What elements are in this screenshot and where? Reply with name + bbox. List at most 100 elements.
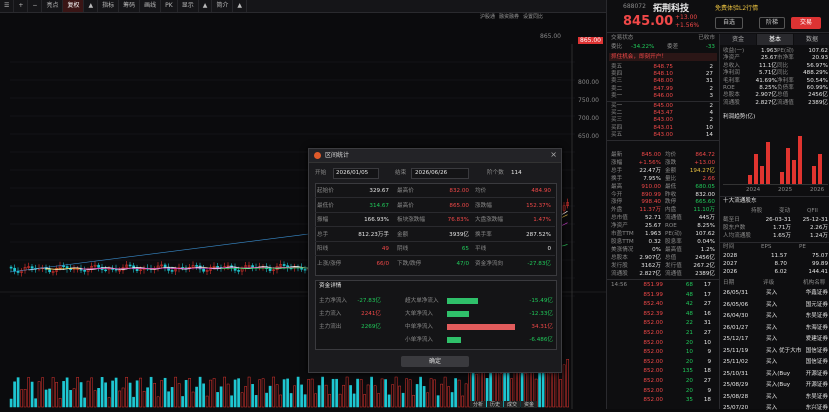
trade-button[interactable]: 交易 [791, 17, 821, 29]
start-label: 开始 [315, 170, 327, 176]
ask-volume: 2 [709, 85, 713, 92]
fund-row-value-2: 50.54% [806, 77, 828, 84]
subtoolbar-item[interactable]: 融资融券 [499, 13, 519, 22]
section-divider [720, 242, 829, 243]
broker-rating: 买入(Buy [766, 382, 791, 388]
fund-flow-value: -6.486亿 [529, 337, 553, 343]
volume-bar [135, 380, 139, 408]
volume-bar [251, 384, 254, 408]
subtoolbar-item[interactable]: 沪股通 [480, 13, 495, 22]
broker-date: 26/05/06 [723, 301, 749, 308]
step-button[interactable]: 阶梯 [759, 17, 785, 29]
volume-bar [16, 377, 20, 408]
tick-volume: 135 [682, 368, 693, 375]
toolbar-item[interactable]: 指标 [98, 0, 120, 12]
tick-volume: 21 [685, 330, 693, 336]
tick-count: 16 [703, 310, 711, 317]
toolbar-item[interactable]: ☰ [0, 0, 15, 12]
fund-panel [315, 280, 557, 350]
toolbar-item[interactable]: 显示 [178, 0, 199, 12]
fund-flow-bar [447, 298, 478, 304]
tick-count: 10 [703, 339, 711, 346]
bid-level-label: 买一 [611, 103, 623, 109]
quote-label: 涨幅 [611, 159, 623, 166]
fund-flow-bar [447, 311, 469, 317]
fund-row-label-2: 市净率 [777, 55, 794, 62]
ok-button[interactable]: 确定 [401, 356, 469, 367]
toolbar-item[interactable]: − [28, 0, 43, 12]
tab-0[interactable]: 资金 [720, 34, 756, 45]
candle-body [163, 264, 167, 268]
fund-row-label-2: 流通值 [777, 99, 794, 106]
pe-value: 99.89 [811, 261, 828, 267]
stat-label: 最高价 [397, 188, 414, 194]
fund-row-value: 25.67 [760, 55, 777, 62]
broker-name: 东吴证券 [805, 393, 828, 400]
toolbar-item[interactable]: 亮点 [42, 0, 64, 12]
profit-bar [792, 160, 796, 184]
toolbar-item[interactable]: 筹码 [119, 0, 141, 12]
stat-value: 0 [547, 246, 551, 252]
tab-fund[interactable]: 资金 [521, 401, 538, 408]
tab-2[interactable]: 数据 [794, 34, 829, 45]
close-icon[interactable]: × [550, 150, 557, 159]
tick-price: 852.00 [643, 397, 663, 404]
tick-count: 27 [703, 330, 711, 336]
quote-label: 净资产 [611, 223, 628, 230]
watchlist-button[interactable]: 自选 [715, 17, 743, 29]
profit-bar [748, 175, 752, 184]
holder-value-2: 1.24万 [809, 233, 828, 239]
eps-value: 11.57 [770, 253, 787, 259]
book-divider [607, 101, 719, 102]
toolbar-item[interactable]: 画线 [140, 0, 162, 12]
quote-value: +1.56% [638, 159, 661, 166]
broker-name: 开源证券 [805, 382, 828, 388]
days-label: 阶个数 [487, 170, 504, 176]
quote-value-2: 2.66 [702, 175, 715, 182]
tab-analysis[interactable]: 分析 [470, 401, 487, 408]
broker-date: 25/12/17 [723, 336, 749, 342]
quote-label-2: 最低 [665, 183, 677, 190]
bid-level-label: 买四 [611, 124, 623, 131]
end-label: 结束 [395, 170, 407, 176]
candle-body [251, 265, 254, 268]
volume-bar [9, 398, 13, 408]
tab-history[interactable]: 历史 [487, 401, 504, 408]
toolbar-item[interactable]: ▲ [233, 0, 247, 12]
toolbar-item[interactable]: ▲ [84, 0, 99, 12]
eps-year: 2028 [723, 253, 738, 259]
sub-toolbar: 沪股通 融资融券 设置同比 [480, 13, 543, 22]
toolbar-item[interactable]: ▲ [199, 0, 213, 12]
ask-price: 847.99 [653, 85, 673, 92]
candle-body [9, 266, 13, 269]
stat-label: 换手率 [475, 231, 492, 238]
fund-row-value: 8.25% [759, 85, 777, 91]
order-ratio-label: 委比 [611, 44, 623, 50]
volume-bar [349, 385, 352, 408]
eps-year: 2026 [723, 269, 738, 275]
toolbar-item[interactable]: 简介 [212, 0, 234, 12]
volume-bar [450, 392, 454, 408]
tick-price: 852.40 [643, 301, 663, 308]
subtoolbar-item[interactable]: 设置同比 [523, 13, 543, 22]
tick-price: 852.39 [643, 310, 663, 317]
volume-bar [97, 388, 100, 408]
quote-label-2: 最高值 [665, 246, 682, 253]
l2-badge[interactable]: 免费体验L2行情 [715, 3, 758, 12]
tick-price: 852.00 [643, 339, 663, 346]
quote-value: 25.67 [644, 223, 661, 230]
holder-value-2: 2.26万 [809, 225, 828, 231]
volume-bar [321, 376, 324, 408]
toolbar-item[interactable]: 复权 [63, 0, 85, 12]
ask-volume: 3 [709, 92, 713, 99]
stat-divider [315, 211, 555, 213]
tab-1[interactable]: 基本 [757, 34, 793, 45]
tick-volume: 42 [685, 301, 693, 308]
tab-trades[interactable]: 成交 [504, 401, 521, 408]
toolbar-item[interactable]: PK [161, 0, 178, 12]
fund-row-label-2: 净利率 [777, 77, 794, 84]
open-account-ad[interactable]: 抓住机会，即刻开户！ [609, 53, 717, 61]
quote-label: 涨停 [611, 199, 623, 206]
range-stats-dialog: 区间统计 × 开始 2026/01/05 结束 2026/06/26 阶个数 1… [308, 148, 562, 373]
toolbar-item[interactable]: + [14, 0, 29, 12]
